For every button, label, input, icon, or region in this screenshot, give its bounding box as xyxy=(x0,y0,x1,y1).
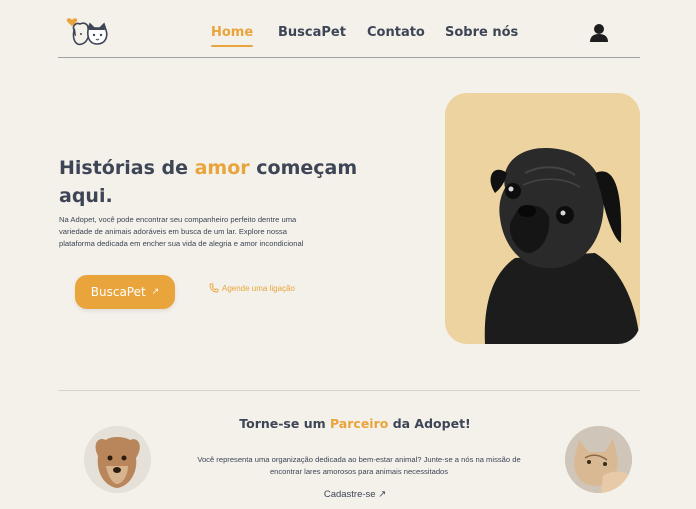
section-divider xyxy=(58,390,640,391)
nav-item-sobre-nos[interactable]: Sobre nós xyxy=(445,25,518,40)
dog-photo xyxy=(84,426,151,493)
cat-with-hand-photo xyxy=(565,426,632,493)
partner-description: Você representa uma organização dedicada… xyxy=(197,455,521,476)
arrow-up-right-icon: ↗ xyxy=(151,287,160,297)
partner-title-accent: Parceiro xyxy=(329,416,389,431)
nav-item-home[interactable]: Home xyxy=(211,25,254,47)
partner-title-part2: da Adopet! xyxy=(388,416,471,431)
partner-title-part1: Torne-se um xyxy=(239,416,330,431)
hero-description: Na Adopet, você pode encontrar seu compa… xyxy=(59,215,304,248)
schedule-call-label: Agende uma ligação xyxy=(222,283,295,293)
pug-photo xyxy=(445,93,640,344)
schedule-call-link[interactable]: Agende uma ligação xyxy=(209,283,295,293)
nav-item-contato[interactable]: Contato xyxy=(367,25,425,40)
buscapet-button-label: BuscaPet xyxy=(90,285,146,299)
hero-title-accent: amor xyxy=(194,157,250,179)
buscapet-button[interactable]: BuscaPet ↗ xyxy=(75,275,175,309)
nav-item-buscapet[interactable]: BuscaPet xyxy=(278,25,346,40)
hero-title: Histórias de amor começam aqui. xyxy=(59,154,359,210)
phone-icon xyxy=(209,283,219,293)
header-divider xyxy=(58,57,640,58)
hero-title-part1: Histórias de xyxy=(59,157,195,179)
user-icon[interactable] xyxy=(588,22,610,44)
